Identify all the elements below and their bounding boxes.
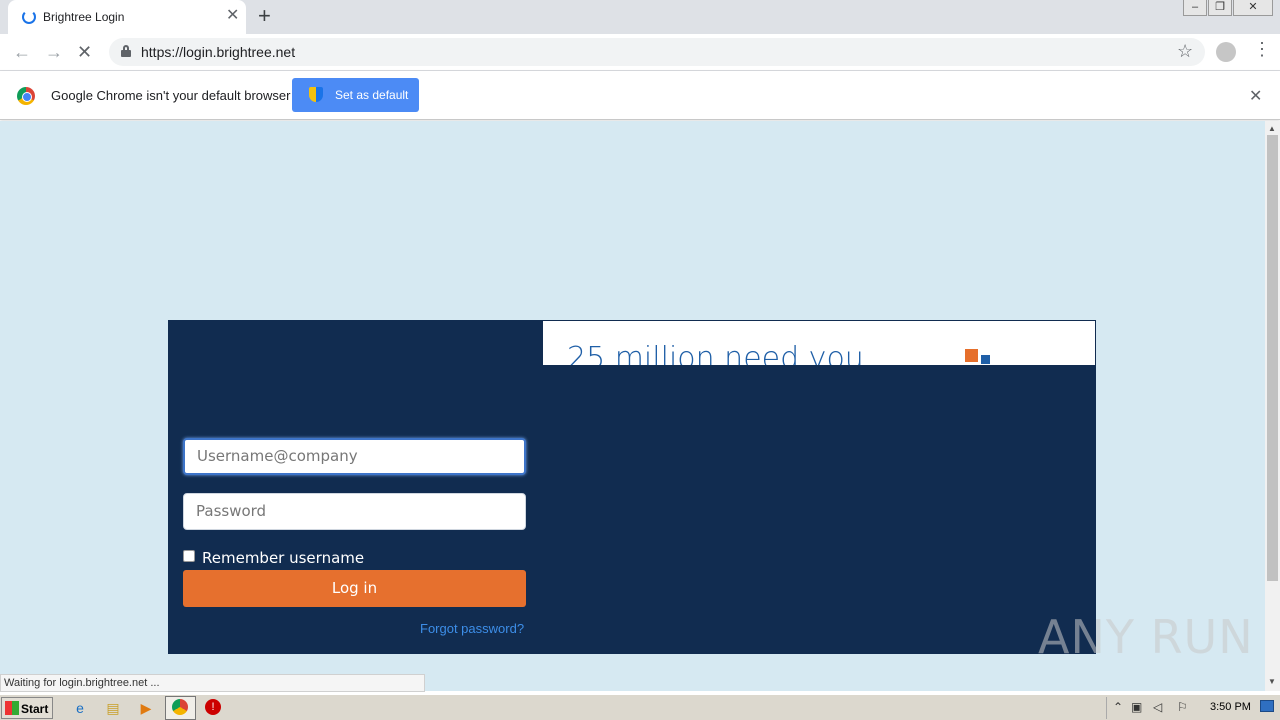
media-player-icon[interactable]: ▶ xyxy=(137,699,155,717)
remember-checkbox[interactable] xyxy=(183,550,195,562)
infobar-close-icon[interactable]: ✕ xyxy=(1249,86,1262,106)
ie-icon[interactable]: e xyxy=(71,699,89,717)
set-as-default-label: Set as default xyxy=(335,88,409,102)
scroll-down-icon[interactable]: ▼ xyxy=(1268,677,1276,686)
login-panel: 25 million need you Username@company Pas… xyxy=(168,320,1096,654)
username-input[interactable]: Username@company xyxy=(183,438,526,475)
infobar-message: Google Chrome isn't your default browser xyxy=(51,88,291,103)
start-label: Start xyxy=(21,702,49,716)
show-hidden-icons-icon[interactable]: ⌃ xyxy=(1113,700,1123,714)
tab-strip: Brightree Login ✕ + – ❐ ✕ xyxy=(0,0,1280,34)
start-button[interactable]: Start xyxy=(1,697,53,719)
close-window-button[interactable]: ✕ xyxy=(1233,0,1273,16)
tab-title: Brightree Login xyxy=(43,10,125,24)
profile-avatar[interactable] xyxy=(1216,42,1236,62)
new-tab-button[interactable]: + xyxy=(258,5,271,27)
browser-toolbar: ← → ✕ https://login.brightree.net ☆ ⋮ xyxy=(0,34,1280,71)
logo-square-blue xyxy=(981,355,990,364)
stop-loading-button[interactable]: ✕ xyxy=(77,41,92,63)
maximize-button[interactable]: ❐ xyxy=(1208,0,1232,16)
vertical-scrollbar[interactable]: ▲ ▼ xyxy=(1265,121,1280,691)
address-bar[interactable]: https://login.brightree.net ☆ xyxy=(109,38,1205,66)
login-button[interactable]: Log in xyxy=(183,570,526,607)
page-content: 25 million need you Username@company Pas… xyxy=(0,121,1265,691)
action-center-flag-icon[interactable]: ⚐ xyxy=(1177,700,1188,714)
anyrun-watermark: ANY RUN xyxy=(1038,610,1254,664)
bookmark-star-icon[interactable]: ☆ xyxy=(1177,41,1193,62)
tab-close-icon[interactable]: ✕ xyxy=(226,8,239,24)
show-desktop-icon[interactable] xyxy=(1260,700,1274,712)
promo-banner: 25 million need you xyxy=(542,320,1096,366)
tab-brightree-login[interactable]: Brightree Login ✕ xyxy=(8,0,246,34)
set-as-default-button[interactable]: Set as default xyxy=(292,78,419,112)
promo-title: 25 million need you xyxy=(567,341,864,366)
chrome-logo-icon xyxy=(17,87,35,105)
chrome-taskbar-icon xyxy=(172,699,188,715)
password-input[interactable]: Password xyxy=(183,493,526,530)
uac-shield-icon xyxy=(309,87,323,102)
minimize-button[interactable]: – xyxy=(1183,0,1207,16)
menu-dots-icon[interactable]: ⋮ xyxy=(1253,40,1271,58)
explorer-folder-icon[interactable]: ▤ xyxy=(104,699,122,717)
windows-taskbar: Start e ▤ ▶ ! ⌃ ▣ ◁ ⚐ 3:50 PM xyxy=(0,694,1280,720)
chrome-taskbar-button[interactable] xyxy=(165,696,196,720)
lock-icon[interactable] xyxy=(121,45,131,57)
antivirus-icon[interactable]: ! xyxy=(205,699,221,715)
default-browser-infobar: Google Chrome isn't your default browser… xyxy=(0,71,1280,120)
taskbar-clock[interactable]: 3:50 PM xyxy=(1210,701,1251,713)
system-tray: ⌃ ▣ ◁ ⚐ xyxy=(1106,697,1278,719)
scroll-up-icon[interactable]: ▲ xyxy=(1268,124,1276,133)
back-button[interactable]: ← xyxy=(13,41,31,63)
remember-label: Remember username xyxy=(202,549,365,567)
windows-logo-icon xyxy=(5,701,19,715)
forward-button[interactable]: → xyxy=(45,41,63,63)
loading-spinner-icon xyxy=(22,10,36,24)
scroll-thumb[interactable] xyxy=(1267,135,1278,581)
logo-square-orange xyxy=(965,349,978,362)
forgot-password-link[interactable]: Forgot password? xyxy=(420,621,524,636)
url-text[interactable]: https://login.brightree.net xyxy=(141,44,295,60)
network-icon[interactable]: ▣ xyxy=(1131,700,1142,714)
volume-icon[interactable]: ◁ xyxy=(1153,700,1162,714)
status-bubble: Waiting for login.brightree.net ... xyxy=(0,674,425,692)
